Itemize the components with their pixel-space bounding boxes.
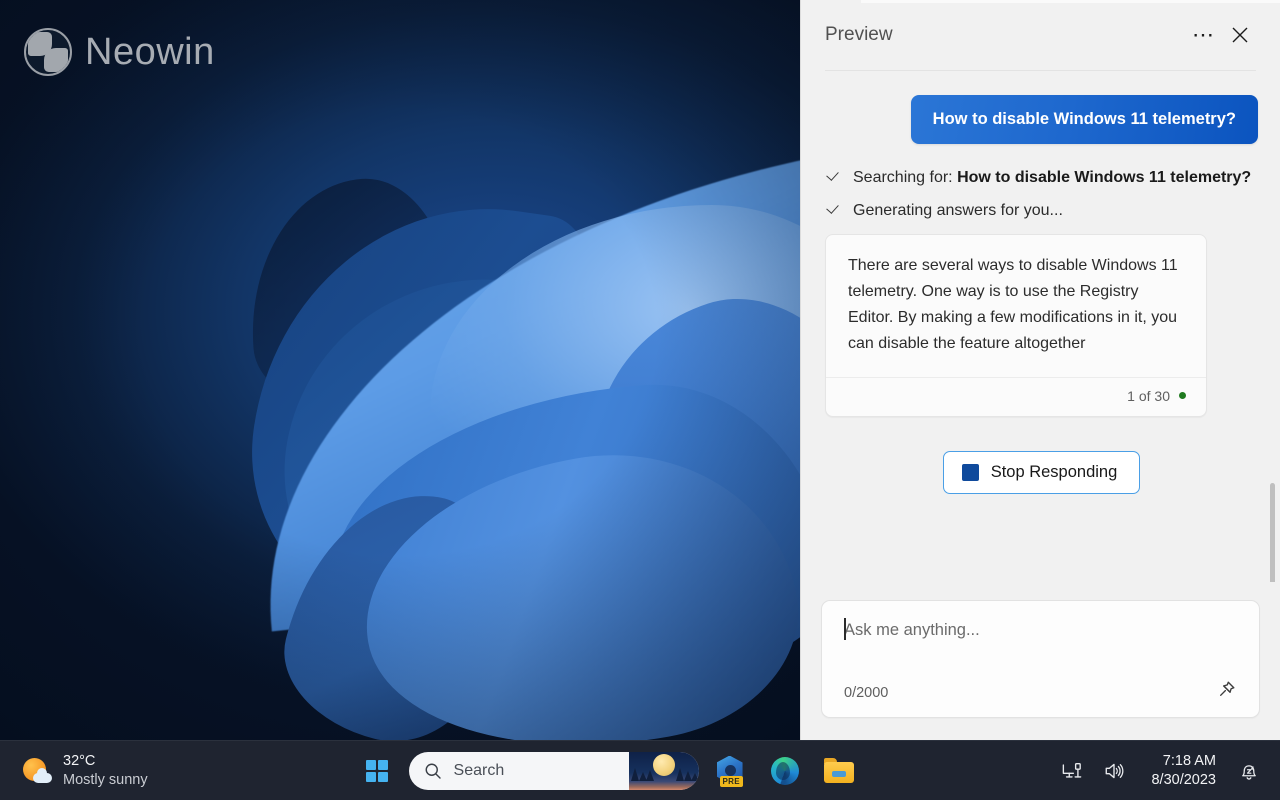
taskbar-app-edge-preview[interactable]: PRE bbox=[709, 749, 753, 793]
weather-temperature: 32°C bbox=[63, 752, 148, 771]
progress-step-label: Searching for: How to disable Windows 11… bbox=[853, 166, 1251, 189]
close-icon bbox=[1231, 26, 1249, 44]
search-icon bbox=[423, 761, 443, 781]
weather-text: 32°C Mostly sunny bbox=[63, 752, 148, 789]
network-button[interactable] bbox=[1053, 749, 1091, 793]
composer-wrapper: 0/2000 bbox=[801, 582, 1280, 740]
user-message-bubble[interactable]: How to disable Windows 11 telemetry? bbox=[911, 95, 1258, 144]
screen-root: Neowin Preview ⋯ How to disable Windows … bbox=[0, 0, 1280, 800]
wallpaper-shape bbox=[320, 373, 800, 707]
answer-footer: 1 of 30 bbox=[826, 377, 1206, 416]
start-button[interactable] bbox=[355, 749, 399, 793]
taskbar-app-file-explorer[interactable] bbox=[817, 749, 861, 793]
notifications-button[interactable] bbox=[1230, 749, 1268, 793]
windows-start-icon bbox=[366, 760, 388, 782]
edge-preview-badge: PRE bbox=[720, 776, 743, 787]
progress-step-label: Generating answers for you... bbox=[853, 199, 1063, 222]
ellipsis-icon: ⋯ bbox=[1192, 30, 1216, 40]
clock-time: 7:18 AM bbox=[1151, 752, 1216, 771]
composer-box[interactable]: 0/2000 bbox=[821, 600, 1260, 718]
wallpaper-shape bbox=[556, 263, 800, 666]
neowin-wordmark: Neowin bbox=[85, 31, 215, 74]
volume-icon bbox=[1103, 761, 1125, 781]
wallpaper-shape bbox=[268, 470, 523, 740]
desktop-wallpaper[interactable]: Neowin bbox=[0, 0, 800, 740]
neowin-logo-icon bbox=[24, 28, 72, 76]
weather-condition: Mostly sunny bbox=[63, 771, 148, 790]
taskbar-search-box[interactable]: Search bbox=[409, 752, 699, 790]
answer-card: There are several ways to disable Window… bbox=[825, 234, 1207, 417]
answer-counter: 1 of 30 bbox=[1127, 388, 1170, 404]
status-dot-icon bbox=[1179, 392, 1186, 399]
stop-responding-row: Stop Responding bbox=[825, 451, 1258, 494]
step-prefix: Searching for: bbox=[853, 169, 957, 186]
edge-preview-icon: PRE bbox=[716, 756, 746, 786]
taskbar-app-edge[interactable] bbox=[763, 749, 807, 793]
pin-icon bbox=[1215, 679, 1237, 701]
user-message-row: How to disable Windows 11 telemetry? bbox=[825, 95, 1258, 144]
ask-input[interactable] bbox=[844, 621, 1174, 640]
progress-step: Searching for: How to disable Windows 11… bbox=[825, 166, 1258, 189]
taskbar-weather-widget[interactable]: 32°C Mostly sunny bbox=[0, 747, 162, 795]
clock-button[interactable]: 7:18 AM 8/30/2023 bbox=[1137, 749, 1226, 793]
moon-night-scene-icon bbox=[629, 752, 699, 790]
checkmark-icon bbox=[825, 203, 841, 219]
panel-scrollbar[interactable] bbox=[1270, 483, 1275, 582]
stop-square-icon bbox=[962, 464, 979, 481]
search-placeholder-label: Search bbox=[454, 762, 505, 780]
answer-text: There are several ways to disable Window… bbox=[826, 235, 1206, 377]
panel-title: Preview bbox=[825, 24, 1186, 46]
close-button[interactable] bbox=[1222, 17, 1258, 53]
conversation-area: How to disable Windows 11 telemetry? Sea… bbox=[801, 71, 1280, 582]
wallpaper-shape bbox=[242, 173, 458, 416]
pin-button[interactable] bbox=[1209, 673, 1243, 707]
neowin-watermark: Neowin bbox=[24, 28, 215, 76]
character-counter: 0/2000 bbox=[844, 685, 888, 701]
bing-chat-panel: Preview ⋯ How to disable Windows 11 tele… bbox=[800, 0, 1280, 740]
taskbar-center-group: Search PRE bbox=[162, 749, 1054, 793]
wallpaper-shape bbox=[343, 425, 800, 740]
edge-icon bbox=[771, 757, 799, 785]
panel-top-strip bbox=[861, 0, 1280, 3]
progress-steps: Searching for: How to disable Windows 11… bbox=[825, 166, 1258, 222]
do-not-disturb-bell-icon bbox=[1238, 760, 1260, 782]
wallpaper-shape bbox=[259, 248, 607, 653]
step-prefix: Generating answers for you... bbox=[853, 202, 1063, 219]
panel-header: Preview ⋯ bbox=[801, 0, 1280, 70]
volume-button[interactable] bbox=[1095, 749, 1133, 793]
stop-responding-label: Stop Responding bbox=[991, 463, 1118, 482]
text-caret bbox=[844, 618, 846, 640]
partly-sunny-icon bbox=[22, 757, 52, 785]
network-icon bbox=[1061, 761, 1083, 781]
stop-responding-button[interactable]: Stop Responding bbox=[943, 451, 1141, 494]
checkmark-icon bbox=[825, 170, 841, 186]
more-options-button[interactable]: ⋯ bbox=[1186, 17, 1222, 53]
progress-step: Generating answers for you... bbox=[825, 199, 1258, 222]
file-explorer-icon bbox=[824, 758, 854, 783]
clock-date: 8/30/2023 bbox=[1151, 771, 1216, 790]
treeline-shape bbox=[629, 767, 699, 781]
cloud-shape bbox=[33, 773, 52, 783]
system-tray: 7:18 AM 8/30/2023 bbox=[1053, 749, 1280, 793]
wallpaper-shape bbox=[230, 179, 615, 641]
step-emphasis: How to disable Windows 11 telemetry? bbox=[957, 169, 1251, 186]
wallpaper-shape bbox=[228, 141, 800, 632]
taskbar: 32°C Mostly sunny Search bbox=[0, 740, 1280, 800]
wallpaper-vignette bbox=[0, 0, 800, 740]
wallpaper-shape bbox=[430, 205, 800, 505]
